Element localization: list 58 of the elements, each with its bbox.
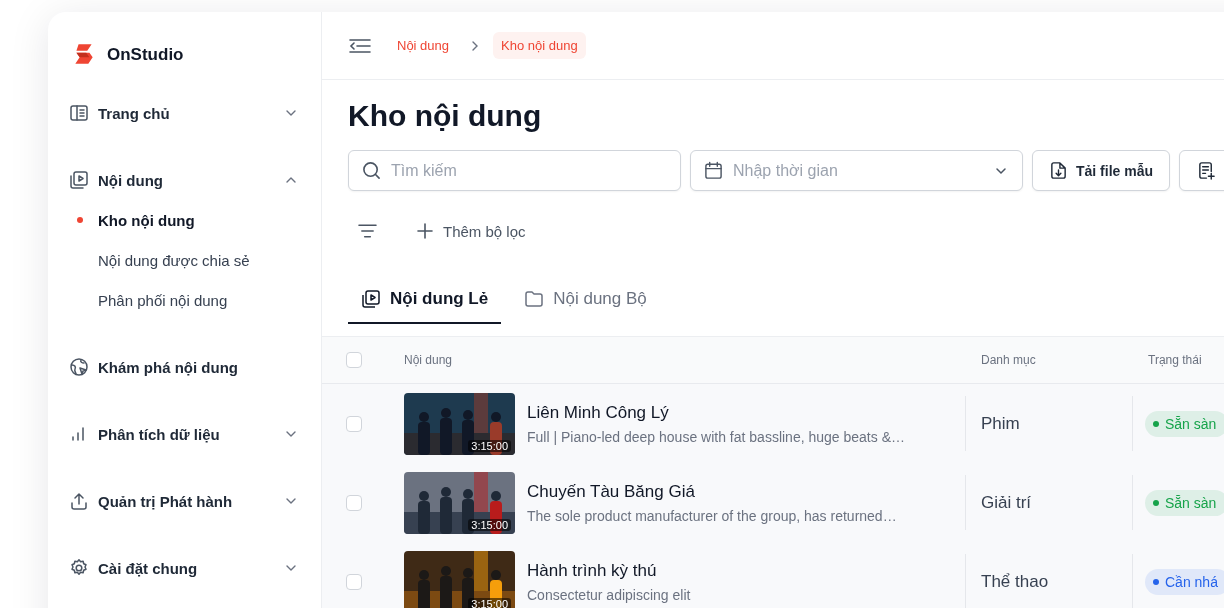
sidebar-subitem[interactable]: Phân phối nội dung <box>68 280 301 320</box>
status-label: Cần nhá <box>1165 573 1218 590</box>
add-filter-button[interactable]: Thêm bộ lọc <box>417 222 526 240</box>
sidebar-item[interactable]: Quản trị Phát hành <box>68 481 301 521</box>
search-icon <box>362 161 381 180</box>
sidebar-item[interactable]: Nội dung <box>68 160 301 200</box>
breadcrumb-link[interactable]: Kho nội dung <box>493 32 586 59</box>
sidebar-subitem[interactable]: Nội dung được chia sẻ <box>68 240 301 280</box>
category-cell: Thể thao <box>981 571 1049 592</box>
folder-icon <box>524 289 545 309</box>
settings-icon <box>69 558 89 578</box>
content-title[interactable]: Chuyến Tàu Băng Giá <box>527 481 897 502</box>
active-dot <box>77 217 83 223</box>
book-icon <box>69 103 89 123</box>
video-icon <box>361 289 381 309</box>
upload-icon <box>69 491 89 511</box>
file-add-icon <box>1197 161 1217 180</box>
calendar-icon <box>704 161 723 180</box>
content-description: The sole product manufacturer of the group, has returned… <box>527 507 897 524</box>
sidebar-item[interactable]: Trang chủ <box>68 93 301 133</box>
row-checkbox[interactable] <box>346 573 362 590</box>
row-checkbox[interactable] <box>346 494 362 511</box>
status-label: Sẵn sàn <box>1165 494 1217 511</box>
page-title: Kho nội dung <box>348 98 543 134</box>
duration-label: 3:15:00 <box>468 439 511 452</box>
chevron-down-icon <box>995 165 1007 177</box>
date-field[interactable]: Nhập thời gian <box>690 150 1023 191</box>
duration-label: 3:15:00 <box>468 518 511 531</box>
tab[interactable]: Nội dung Bộ <box>511 276 660 324</box>
content-title[interactable]: Hành trình kỳ thú <box>527 560 691 581</box>
content-title[interactable]: Liên Minh Công Lý <box>527 402 905 423</box>
sidebar-subitem[interactable]: Kho nội dung <box>68 200 301 240</box>
sidebar-item[interactable]: Khám phá nội dung <box>68 347 301 387</box>
column-header: Trạng thái <box>1148 353 1202 367</box>
chevron-right-icon <box>471 39 480 52</box>
category-cell: Phim <box>981 413 1020 434</box>
download-template-button[interactable]: Tải file mẫu <box>1032 150 1171 191</box>
plus-icon <box>417 223 433 239</box>
brand-name: OnStudio <box>107 45 184 65</box>
video-icon <box>69 170 89 190</box>
globe-icon <box>69 357 89 377</box>
row-checkbox[interactable] <box>346 415 362 432</box>
collapse-menu-icon[interactable] <box>349 37 371 54</box>
breadcrumb-link[interactable]: Nội dung <box>389 32 458 59</box>
content-description: Consectetur adipiscing elit <box>527 586 691 603</box>
category-cell: Giải trí <box>981 492 1032 513</box>
tab[interactable]: Nội dung Lẻ <box>348 276 502 324</box>
column-header: Nội dung <box>404 353 453 367</box>
file-download-icon <box>1049 161 1068 180</box>
status-label: Sẵn sàn <box>1165 415 1217 432</box>
select-all-checkbox[interactable] <box>346 352 362 368</box>
search-field[interactable]: Tìm kiếm <box>348 150 681 191</box>
sidebar-item[interactable]: Phân tích dữ liệu <box>68 414 301 454</box>
content-description: Full | Piano-led deep house with fat bassline, huge beats &… <box>527 428 905 445</box>
duration-label: 3:15:00 <box>468 597 511 608</box>
sidebar-item[interactable]: Cài đặt chung <box>68 548 301 588</box>
column-header: Danh mục <box>981 353 1036 367</box>
filter-icon[interactable] <box>358 224 377 238</box>
